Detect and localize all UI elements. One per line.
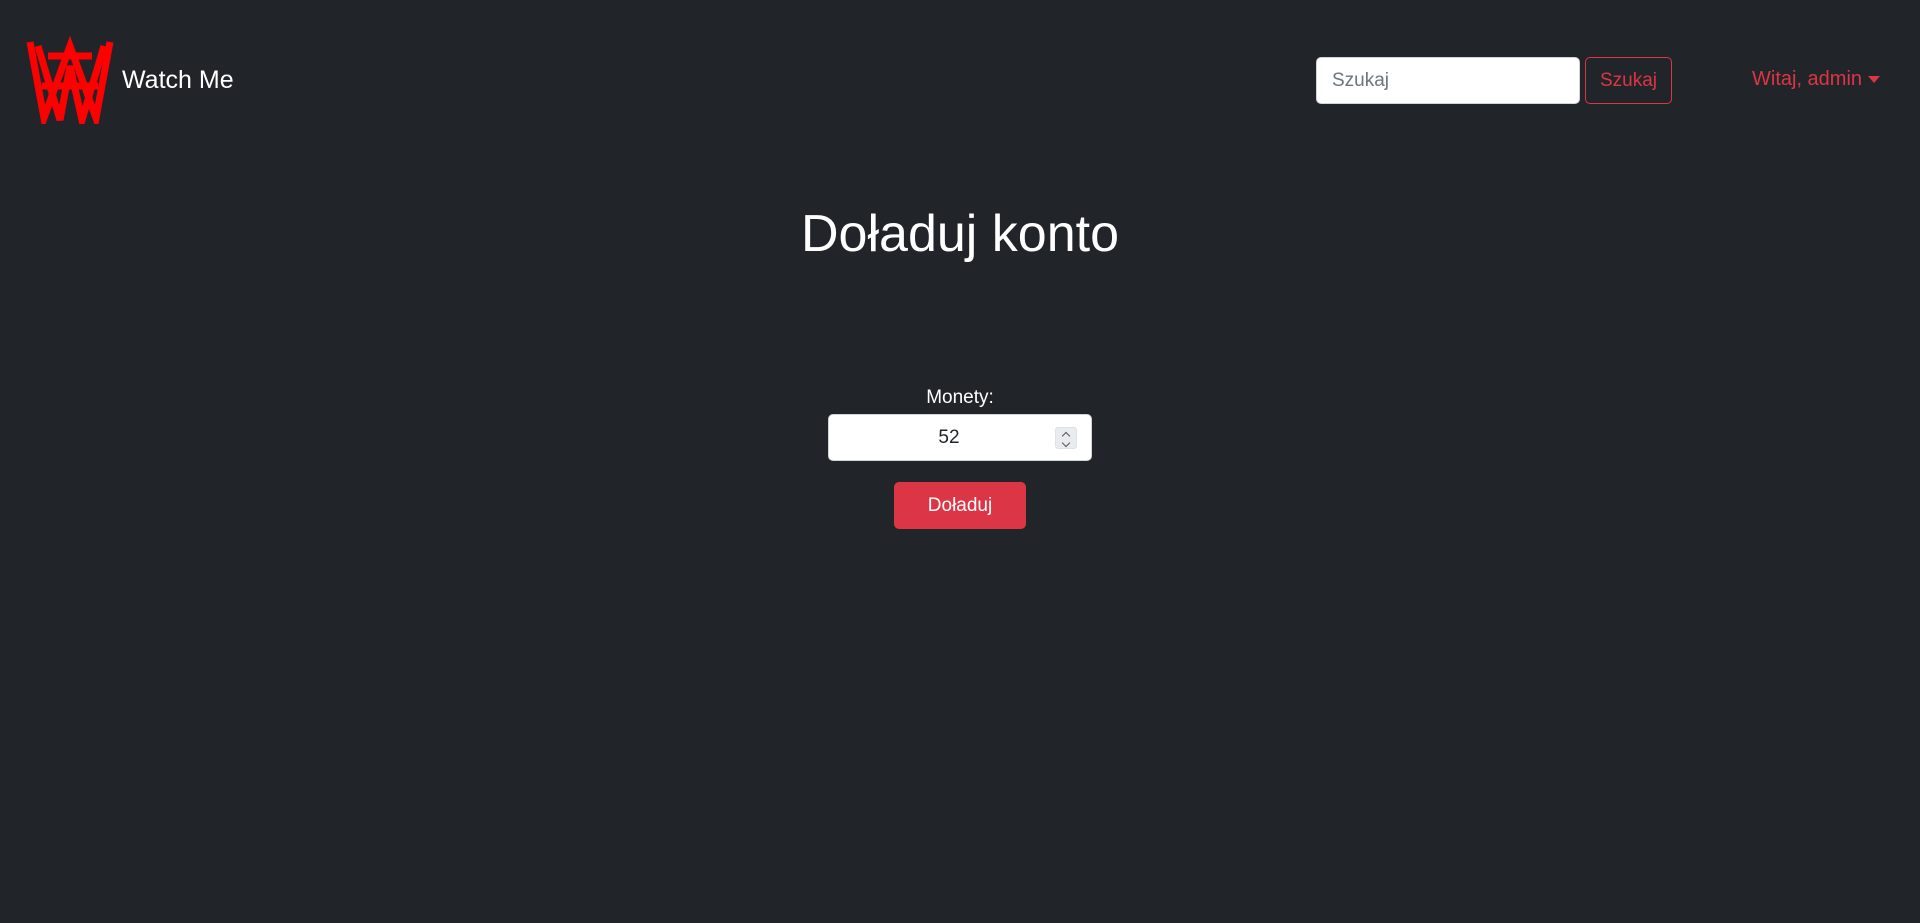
coins-input[interactable]: 52 xyxy=(828,414,1092,461)
coins-label: Monety: xyxy=(926,387,994,408)
user-greeting: Witaj, admin xyxy=(1752,68,1863,90)
number-spinner[interactable] xyxy=(1055,427,1077,449)
navbar: Watch Me Szukaj Witaj, admin xyxy=(0,0,1920,164)
user-menu-dropdown[interactable]: Witaj, admin xyxy=(1752,68,1881,91)
page-title: Doładuj konto xyxy=(801,205,1119,263)
watchme-w-logo-icon xyxy=(26,36,114,124)
brand-name: Watch Me xyxy=(122,65,234,94)
coins-value: 52 xyxy=(938,427,960,448)
search-button[interactable]: Szukaj xyxy=(1585,57,1672,104)
brand-link[interactable]: Watch Me xyxy=(26,36,234,124)
search-form: Szukaj xyxy=(1316,57,1672,104)
caret-down-icon xyxy=(1868,76,1881,83)
search-input[interactable] xyxy=(1316,57,1580,104)
topup-submit-button[interactable]: Doładuj xyxy=(894,482,1026,529)
chevron-down-icon[interactable] xyxy=(1061,438,1071,448)
topup-form: Monety: 52 Doładuj xyxy=(828,386,1092,529)
